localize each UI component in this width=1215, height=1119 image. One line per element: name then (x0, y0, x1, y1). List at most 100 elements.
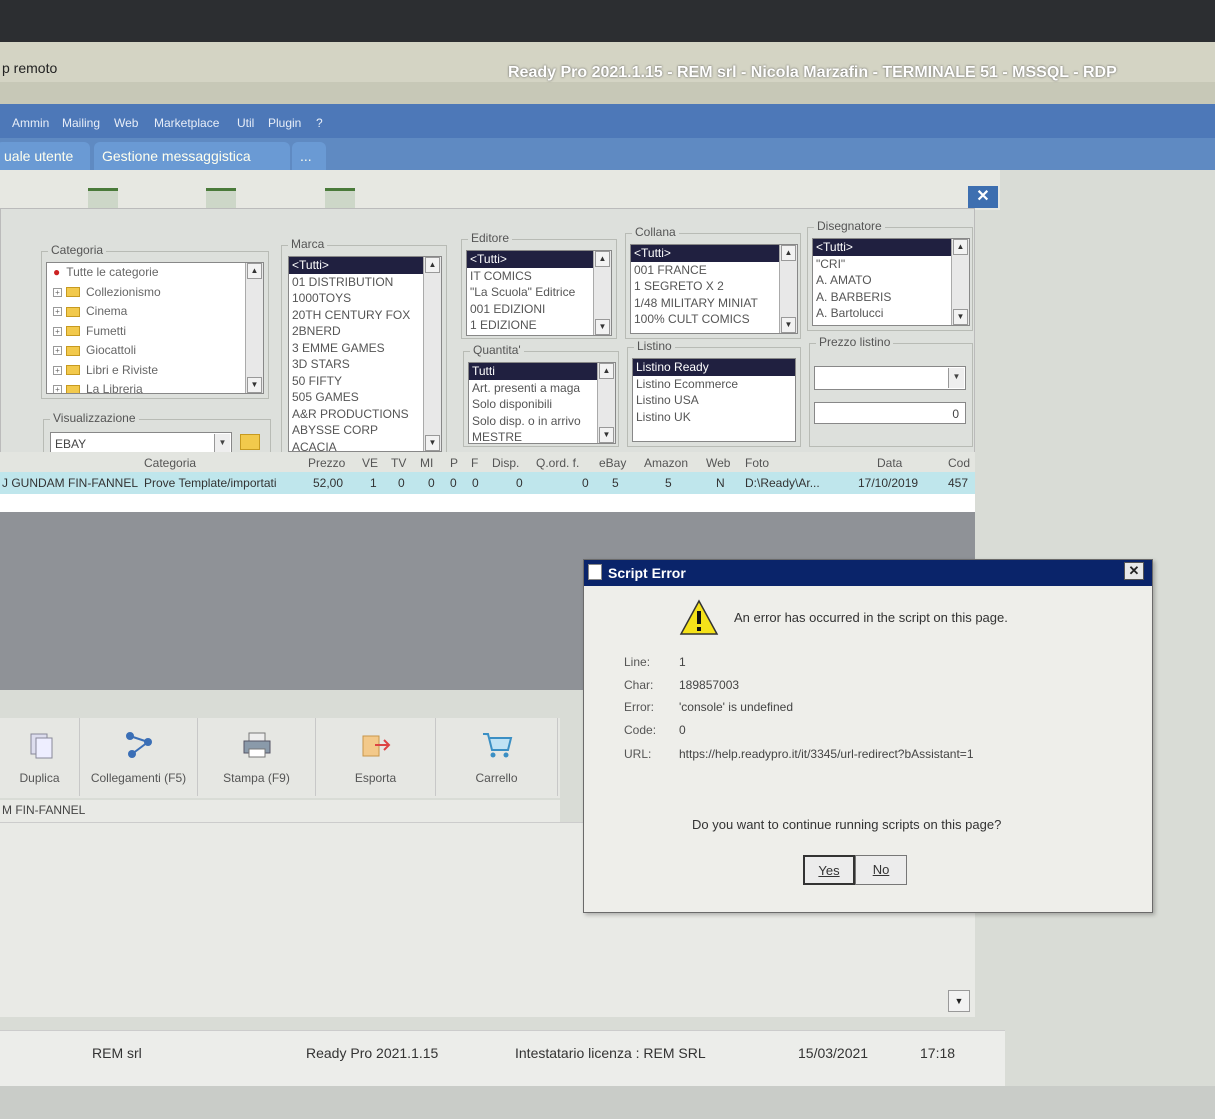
list-item[interactable]: ABYSSE CORP (289, 422, 441, 439)
column-header[interactable]: VE (362, 456, 378, 470)
column-header[interactable]: F (471, 456, 478, 470)
list-item[interactable]: A. BARBERIS (813, 289, 969, 306)
yes-button[interactable]: Yes (803, 855, 855, 885)
categoria-tree[interactable]: ● Tutte le categorie + Collezionismo + Cine… (46, 262, 264, 394)
menu-mailing[interactable]: Mailing (62, 116, 100, 130)
scroll-up-icon[interactable]: ▲ (953, 239, 968, 255)
tree-item[interactable]: + Collezionismo (47, 283, 263, 303)
list-item[interactable]: <Tutti> (467, 251, 611, 268)
scroll-up-icon[interactable]: ▲ (599, 363, 614, 379)
scroll-up-icon[interactable]: ▲ (595, 251, 610, 267)
list-item[interactable]: 1/48 MILITARY MINIAT (631, 295, 797, 312)
visualizzazione-select[interactable]: EBAY ▼ (50, 432, 232, 454)
table-row[interactable]: J GUNDAM FIN-FANNEL Prove Template/impor… (0, 472, 975, 494)
quantita-scrollbar[interactable]: ▲ ▼ (597, 363, 615, 443)
tab-manuale-utente[interactable]: uale utente (0, 142, 90, 170)
scroll-up-icon[interactable]: ▲ (425, 257, 440, 273)
column-header[interactable]: Prezzo (308, 456, 345, 470)
table-icon[interactable] (206, 188, 236, 208)
column-header[interactable]: Web (706, 456, 730, 470)
list-item[interactable]: 20TH CENTURY FOX (289, 307, 441, 324)
list-item[interactable]: "CRI" (813, 256, 969, 273)
list-item[interactable]: <Tutti> (289, 257, 441, 274)
collana-scrollbar[interactable]: ▲ ▼ (779, 245, 797, 333)
prezzo-listino-input[interactable]: 0 (814, 402, 966, 424)
list-item[interactable]: 1000TOYS (289, 290, 441, 307)
column-header[interactable]: Q.ord. f. (536, 456, 579, 470)
list-item[interactable]: <Tutti> (631, 245, 797, 262)
list-item[interactable]: 001 FRANCE (631, 262, 797, 279)
collegamenti-button[interactable]: Collegamenti (F5) (80, 718, 198, 796)
prezzo-listino-select[interactable]: ▼ (814, 366, 966, 390)
menu-web[interactable]: Web (114, 116, 138, 130)
folder-open-icon[interactable] (240, 434, 260, 450)
scroll-down-icon[interactable]: ▼ (247, 377, 262, 393)
marca-scrollbar[interactable]: ▲ ▼ (423, 257, 441, 451)
menu-marketplace[interactable]: Marketplace (154, 116, 219, 130)
list-item[interactable]: 50 FIFTY (289, 373, 441, 390)
expand-icon[interactable]: + (53, 326, 62, 336)
expand-icon[interactable]: + (53, 346, 62, 356)
esporta-button[interactable]: Esporta (316, 718, 436, 796)
list-item[interactable]: 001 EDIZIONI (467, 301, 611, 318)
close-icon[interactable]: ✕ (1124, 562, 1144, 580)
list-item[interactable]: Art. presenti a maga (469, 380, 615, 397)
tree-item[interactable]: + Giocattoli (47, 341, 263, 361)
scroll-up-icon[interactable]: ▲ (781, 245, 796, 261)
list-item[interactable]: A. Bartolucci (813, 305, 969, 322)
tab-gestione-messaggistica[interactable]: Gestione messaggistica (94, 142, 290, 170)
list-item[interactable]: Tutti (469, 363, 615, 380)
column-header[interactable]: Cod (948, 456, 970, 470)
menu-help[interactable]: ? (316, 116, 323, 130)
menu-ammin[interactable]: Ammin (12, 116, 49, 130)
list-item[interactable]: Listino Ready (633, 359, 795, 376)
menu-util[interactable]: Util (237, 116, 254, 130)
column-header[interactable]: Data (877, 456, 902, 470)
list-item[interactable]: MESTRE (469, 429, 615, 443)
tree-item[interactable]: + La Libreria (47, 380, 263, 393)
list-item[interactable]: A. AMATO (813, 272, 969, 289)
list-item[interactable]: Listino Ecommerce (633, 376, 795, 393)
column-header[interactable]: Disp. (492, 456, 519, 470)
list-item[interactable]: 3D STARS (289, 356, 441, 373)
scroll-down-icon[interactable]: ▼ (781, 317, 796, 333)
editore-scrollbar[interactable]: ▲ ▼ (593, 251, 611, 335)
tab-more[interactable]: ... (292, 142, 326, 170)
tree-item[interactable]: + Fumetti (47, 322, 263, 342)
list-item[interactable]: Solo disp. o in arrivo (469, 413, 615, 430)
list-item[interactable]: 01 DISTRIBUTION (289, 274, 441, 291)
column-header[interactable]: Amazon (644, 456, 688, 470)
disegnatore-list[interactable]: <Tutti> "CRI" A. AMATO A. BARBERIS A. Ba… (812, 238, 970, 326)
column-header[interactable]: MI (420, 456, 433, 470)
list-item[interactable]: Solo disponibili (469, 396, 615, 413)
list-item[interactable]: 3 EMME GAMES (289, 340, 441, 357)
tree-item[interactable]: + Libri e Riviste (47, 361, 263, 381)
listino-list[interactable]: Listino Ready Listino Ecommerce Listino … (632, 358, 796, 442)
column-header[interactable]: TV (391, 456, 406, 470)
scroll-down-icon[interactable]: ▼ (595, 319, 610, 335)
settings-icon[interactable] (88, 188, 118, 208)
disegnatore-scrollbar[interactable]: ▲ ▼ (951, 239, 969, 325)
list-item[interactable]: 2BNERD (289, 323, 441, 340)
scroll-down-icon[interactable]: ▼ (948, 990, 970, 1012)
column-header[interactable]: Foto (745, 456, 769, 470)
editore-list[interactable]: <Tutti> IT COMICS "La Scuola" Editrice 0… (466, 250, 612, 336)
list-item[interactable]: <Tutti> (813, 239, 969, 256)
list-item[interactable]: 100% CULT COMICS (631, 311, 797, 328)
chevron-down-icon[interactable]: ▼ (214, 434, 230, 452)
duplica-button[interactable]: Duplica (0, 718, 80, 796)
collana-list[interactable]: <Tutti> 001 FRANCE 1 SEGRETO X 2 1/48 MI… (630, 244, 798, 334)
chevron-down-icon[interactable]: ▼ (948, 368, 964, 388)
column-header[interactable]: P (450, 456, 458, 470)
list-item[interactable]: IT COMICS (467, 268, 611, 285)
list-item[interactable]: 505 GAMES (289, 389, 441, 406)
list-item[interactable]: 1 SEGRETO X 2 (631, 278, 797, 295)
table-edit-icon[interactable] (325, 188, 355, 208)
expand-icon[interactable]: + (53, 385, 62, 393)
list-item[interactable]: "La Scuola" Editrice (467, 284, 611, 301)
expand-icon[interactable]: + (53, 307, 62, 317)
list-item[interactable]: Listino USA (633, 392, 795, 409)
tree-item[interactable]: + Cinema (47, 302, 263, 322)
no-button[interactable]: No (855, 855, 907, 885)
list-item[interactable]: 1 EDIZIONE (467, 317, 611, 334)
